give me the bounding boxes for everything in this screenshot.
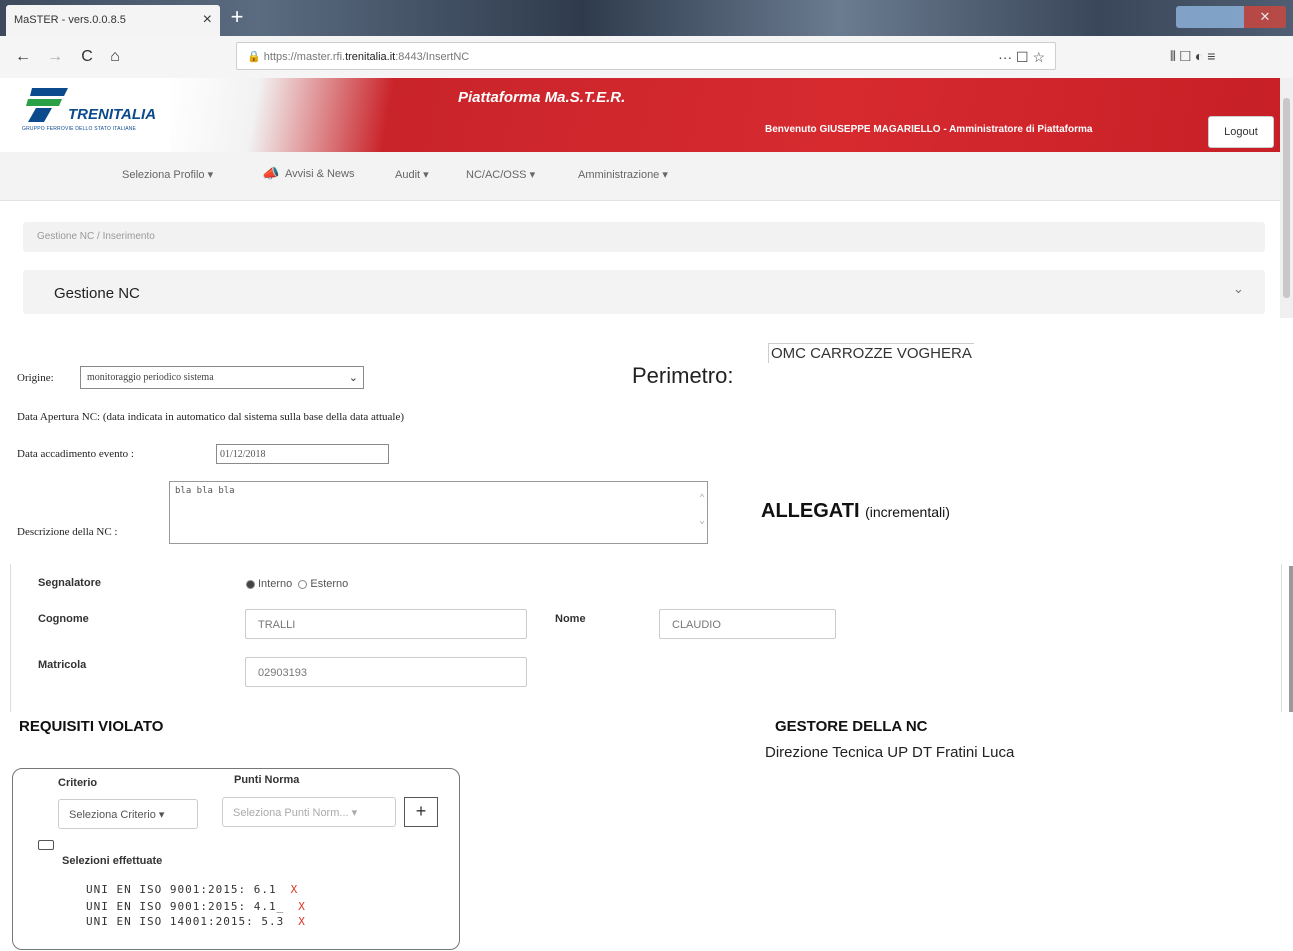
header-banner — [170, 78, 1280, 152]
matricola-label: Matricola — [38, 659, 87, 671]
section-scrollbar[interactable] — [1289, 566, 1293, 712]
data-evento-input[interactable]: 01/12/2018 — [216, 444, 389, 464]
toggle-icon[interactable] — [38, 840, 54, 850]
allegati-heading: ALLEGATI (incrementali) — [761, 500, 950, 522]
origine-label: Origine: — [17, 372, 54, 384]
remove-icon[interactable]: X — [298, 900, 306, 913]
nome-label: Nome — [555, 613, 586, 625]
megaphone-icon: 📣 — [262, 165, 280, 181]
welcome-message: Benvenuto GIUSEPPE MAGARIELLO - Amminist… — [765, 124, 1093, 135]
url-bar[interactable]: 🔒 https://master.rfi.trenitalia.it:8443/… — [236, 42, 1056, 70]
new-tab-button[interactable]: + — [226, 6, 248, 29]
textarea-scroll-arrows[interactable]: ⌃ ⌄ — [699, 488, 705, 532]
window-close-icon[interactable]: ✕ — [1244, 6, 1286, 28]
selezione-item: UNI EN ISO 9001:2015: 4.1_ X — [86, 900, 306, 913]
add-icon[interactable]: + — [404, 797, 438, 827]
segnalatore-section — [10, 564, 1293, 712]
menu-seleziona-profilo[interactable]: Seleziona Profilo ▾ — [122, 168, 213, 181]
gestione-nc-panel[interactable] — [23, 270, 1265, 314]
page-actions-icon[interactable]: ··· ☐ ☆ — [998, 43, 1045, 71]
punti-norma-label: Punti Norma — [234, 774, 300, 786]
remove-icon[interactable]: X — [291, 883, 299, 896]
trenitalia-logo-icon — [26, 88, 68, 122]
chevron-down-icon: ⌄ — [348, 372, 358, 384]
browser-nav-bar: ← → C ⌂ 🔒 https://master.rfi.trenitalia.… — [0, 36, 1293, 79]
forward-icon[interactable]: → — [44, 46, 66, 68]
menu-audit[interactable]: Audit ▾ — [395, 168, 429, 181]
allegati-note: (incrementali) — [865, 504, 950, 520]
gestore-value: Direzione Tecnica UP DT Fratini Luca — [765, 744, 1015, 761]
logo-text: TRENITALIA — [68, 106, 157, 123]
lock-icon: 🔒 — [247, 51, 264, 63]
criterio-dropdown[interactable]: Seleziona Criterio ▾ — [58, 799, 198, 829]
menu-nc-ac-oss[interactable]: NC/AC/OSS ▾ — [466, 168, 535, 181]
page-scrollbar[interactable] — [1280, 78, 1293, 318]
perimetro-label: Perimetro: — [632, 363, 734, 388]
chevron-down-icon[interactable]: ⌄ — [1233, 281, 1244, 297]
home-icon[interactable]: ⌂ — [104, 46, 126, 68]
platform-title: Piattaforma Ma.S.T.E.R. — [458, 89, 626, 106]
data-apertura-label: Data Apertura NC: (data indicata in auto… — [17, 411, 404, 423]
main-menu: Seleziona Profilo ▾ 📣 Avvisi & News Audi… — [0, 152, 1280, 201]
menu-avvisi-news[interactable]: Avvisi & News — [285, 168, 354, 180]
tab-title: MaSTER - vers.0.0.8.5 — [14, 14, 126, 26]
nome-input[interactable]: CLAUDIO — [659, 609, 836, 639]
menu-amministrazione[interactable]: Amministrazione ▾ — [578, 168, 668, 181]
radio-interno[interactable] — [246, 579, 255, 589]
requisiti-heading: REQUISITI VIOLATO — [19, 718, 164, 735]
panel-title: Gestione NC — [54, 285, 140, 302]
reload-icon[interactable]: C — [76, 46, 98, 68]
segnalatore-label: Segnalatore — [38, 577, 101, 589]
breadcrumb: Gestione NC / Inserimento — [23, 222, 1265, 252]
logo-subtitle: GRUPPO FERROVIE DELLO STATO ITALIANE — [22, 126, 137, 132]
logout-button[interactable]: Logout — [1208, 116, 1274, 148]
window-controls[interactable]: ✕ — [1176, 6, 1286, 28]
criterio-label: Criterio — [58, 777, 98, 789]
descrizione-label: Descrizione della NC : — [17, 526, 118, 538]
matricola-input[interactable]: 02903193 — [245, 657, 527, 687]
toolbar-icons[interactable]: ⫴ ☐ ◐ ≡ — [1170, 48, 1215, 65]
gestore-heading: GESTORE DELLA NC — [775, 718, 928, 735]
descrizione-textarea[interactable]: bla bla bla ⌃ ⌄ — [169, 481, 708, 544]
scrollbar-thumb[interactable] — [1283, 98, 1290, 298]
back-icon[interactable]: ← — [12, 46, 34, 68]
browser-tab[interactable]: MaSTER - vers.0.0.8.5 × — [6, 5, 220, 36]
cognome-label: Cognome — [38, 613, 89, 625]
punti-norma-dropdown[interactable]: Seleziona Punti Norm... ▾ — [222, 797, 396, 827]
cognome-input[interactable]: TRALLI — [245, 609, 527, 639]
selezioni-label: Selezioni effettuate — [62, 855, 163, 867]
remove-icon[interactable]: X — [298, 915, 306, 928]
origine-select[interactable]: monitoraggio periodico sistema ⌄ — [80, 366, 364, 389]
perimetro-value: OMC CARROZZE VOGHERA — [768, 343, 974, 363]
segnalatore-radio-group: Interno Esterno — [246, 578, 348, 590]
radio-esterno[interactable] — [298, 579, 308, 589]
close-icon[interactable]: × — [203, 5, 212, 35]
selezione-item: UNI EN ISO 9001:2015: 6.1 X — [86, 883, 299, 896]
selezione-item: UNI EN ISO 14001:2015: 5.3 X — [86, 915, 306, 928]
data-evento-label: Data accadimento evento : — [17, 448, 134, 460]
